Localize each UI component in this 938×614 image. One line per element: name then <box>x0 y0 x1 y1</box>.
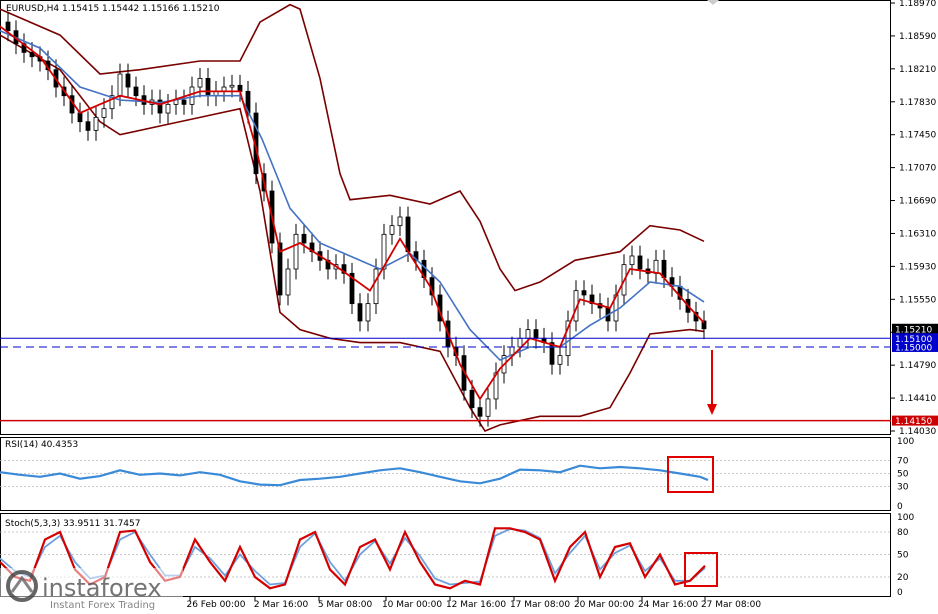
candle-body <box>293 233 299 270</box>
price-tick-label: 1.14410 <box>899 394 936 404</box>
osc-tick-label: 0 <box>897 502 903 512</box>
osc-tick-label: 0 <box>897 588 903 598</box>
candle-body <box>517 337 523 348</box>
candle-body <box>165 103 171 114</box>
candle-body <box>581 290 587 296</box>
candle-body <box>85 121 91 131</box>
candle-body <box>637 255 643 270</box>
price-tick-label: 1.15930 <box>899 262 936 272</box>
candle-body <box>229 84 235 88</box>
chart-root: 1.18970 1.18590 1.18210 1.17830 1.17450 1.170… <box>0 0 938 612</box>
candle-body <box>117 73 123 97</box>
price-tick-label: 1.18210 <box>899 65 936 75</box>
candle-body <box>365 303 371 322</box>
candle-body <box>405 216 411 253</box>
price-tick-label: 1.17830 <box>899 98 936 108</box>
candle-body <box>301 233 307 244</box>
price-tick-label: 1.14030 <box>899 427 936 437</box>
candle-body <box>653 259 659 274</box>
time-tick-label: 26 Feb 00:00 <box>186 600 245 610</box>
osc-tick-label: 20 <box>897 573 909 583</box>
price-tick-label: 1.14790 <box>899 361 936 371</box>
watermark-tagline: Instant Forex Trading <box>50 600 155 611</box>
candle-body <box>189 86 195 105</box>
candle-body <box>533 329 539 339</box>
candle-body <box>133 86 139 97</box>
candle-body <box>5 21 11 32</box>
candle-body <box>477 407 483 417</box>
candle-body <box>357 303 363 322</box>
candle-body <box>629 255 635 266</box>
time-tick-label: 27 Mar 08:00 <box>701 600 761 610</box>
candle-body <box>205 77 211 97</box>
candle-body <box>197 77 203 88</box>
time-tick-label: 10 Mar 00:00 <box>382 600 442 610</box>
price-axis: 1.18970 1.18590 1.18210 1.17830 1.17450 1.170… <box>890 0 936 437</box>
time-tick-label: 24 Mar 16:00 <box>638 600 698 610</box>
candle-body <box>373 268 379 305</box>
candle-body <box>397 216 403 227</box>
time-tick-label: 12 Mar 16:00 <box>446 600 506 610</box>
level-label-target: 1.14150 <box>895 417 932 427</box>
stoch-title: Stoch(5,3,3) 33.9511 31.7457 <box>5 519 140 529</box>
candle-body <box>181 99 187 105</box>
candle-body <box>525 329 531 339</box>
candle-body <box>77 112 83 123</box>
price-tick-label: 1.18970 <box>899 0 936 9</box>
candle-body <box>485 398 491 417</box>
level-label-level-b: 1.15000 <box>895 343 932 353</box>
price-tick-label: 1.16310 <box>899 229 936 239</box>
time-tick-label: 20 Mar 00:00 <box>574 600 634 610</box>
osc-tick-label: 30 <box>897 483 909 493</box>
price-tick-label: 1.18590 <box>899 32 936 42</box>
time-tick-label: 5 Mar 08:00 <box>318 600 373 610</box>
rsi-title: RSI(14) 40.4353 <box>5 440 78 450</box>
candle-body <box>125 73 131 88</box>
candle-body <box>237 84 243 92</box>
osc-tick-label: 100 <box>897 513 914 523</box>
price-tick-label: 1.16690 <box>899 197 936 207</box>
candle-body <box>469 389 475 409</box>
osc-tick-label: 80 <box>897 528 909 538</box>
time-tick-label: 2 Mar 16:00 <box>254 600 309 610</box>
candle-body <box>389 225 395 235</box>
candle-body <box>557 355 563 365</box>
price-tick-label: 1.17450 <box>899 131 936 141</box>
osc-tick-label: 100 <box>897 437 914 447</box>
price-tick-label: 1.15550 <box>899 295 936 305</box>
osc-tick-label: 50 <box>897 470 909 480</box>
main-panel-frame <box>0 0 891 435</box>
time-tick-label: 17 Mar 08:00 <box>510 600 570 610</box>
watermark-brand: instaforex <box>42 574 162 602</box>
candle-body <box>285 268 291 296</box>
osc-tick-label: 50 <box>897 551 909 561</box>
candle-body <box>101 108 107 118</box>
candle-body <box>93 116 99 131</box>
time-axis: 26 Feb 00:00 2 Mar 16:00 5 Mar 08:00 10 Mar… <box>186 597 761 610</box>
osc-tick-label: 70 <box>897 457 909 467</box>
main-chart-title: EURUSD,H4 1.15415 1.15442 1.15166 1.1521… <box>6 4 220 14</box>
candle-body <box>29 51 35 58</box>
price-tick-label: 1.17070 <box>899 164 936 174</box>
instaforex-logo: instaforex Instant Forex Trading <box>0 568 183 612</box>
